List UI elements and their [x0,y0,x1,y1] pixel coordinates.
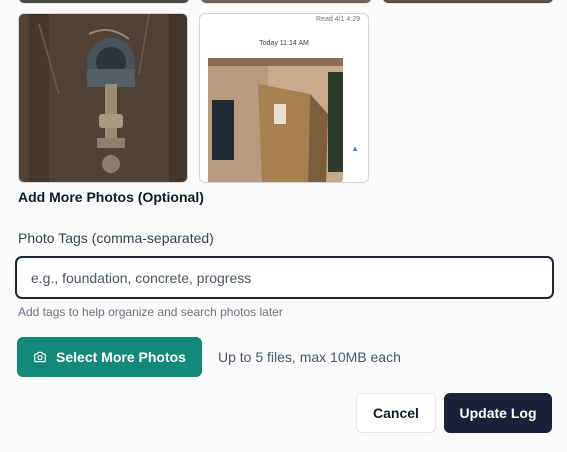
update-log-button[interactable]: Update Log [444,393,552,433]
water-meter-image [19,14,187,182]
photo-thumbnail[interactable] [18,0,190,4]
photo-thumbnail[interactable] [382,0,554,4]
select-more-photos-label: Select More Photos [56,349,186,365]
photo-status-text: Read 4/1 4:29 [316,16,360,23]
cancel-button[interactable]: Cancel [356,393,436,433]
add-more-photos-label: Add More Photos (Optional) [18,189,204,205]
thumbs-up-icon: ▲ [351,144,359,153]
previous-photos-strip [0,0,567,4]
photo-timestamp: Today 11:14 AM [259,40,309,47]
select-more-photos-button[interactable]: Select More Photos [17,337,202,377]
water-meter-photo[interactable] [18,13,188,183]
photo-tags-input[interactable] [15,256,554,299]
screenshot-photo[interactable]: Read 4/1 4:29 Today 11:14 AM ▲ [199,13,369,183]
photo-thumbnail[interactable] [200,0,372,4]
photo-tags-help: Add tags to help organize and search pho… [18,305,283,319]
photo-tags-label: Photo Tags (comma-separated) [18,230,214,246]
upload-limit-text: Up to 5 files, max 10MB each [218,349,401,365]
camera-icon [34,351,46,363]
